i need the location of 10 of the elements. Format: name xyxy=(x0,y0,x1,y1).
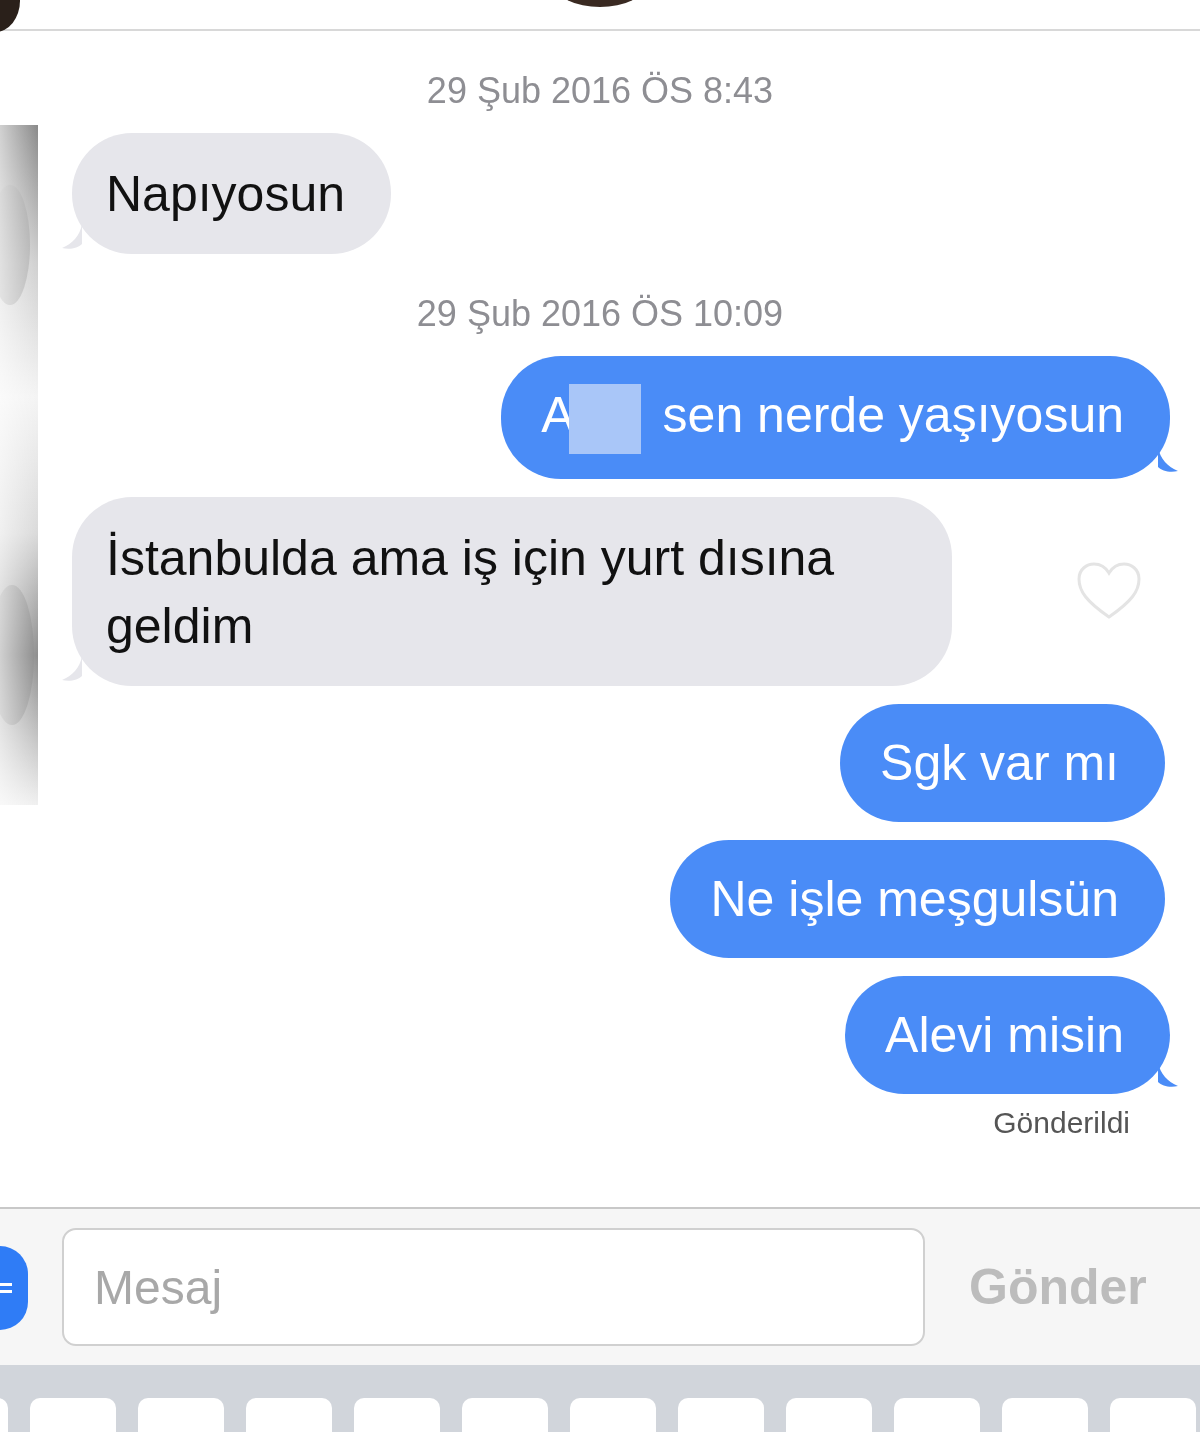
message-field[interactable]: Mesaj xyxy=(62,1228,925,1346)
received-message: İstanbulda ama iş için yurt dısına geldim xyxy=(72,496,952,686)
lines-icon xyxy=(0,1280,14,1296)
timestamp: 29 Şub 2016 ÖS 10:09 xyxy=(416,292,784,336)
sent-message: Sgk var mı xyxy=(840,703,1165,822)
sent-message: Alevi misin xyxy=(845,975,1170,1094)
delivery-status: Gönderildi xyxy=(993,1105,1130,1140)
sent-message: Ne işle meşgulsün xyxy=(670,839,1165,958)
received-message: Napıyosun xyxy=(72,133,392,254)
timestamp: 29 Şub 2016 ÖS 8:43 xyxy=(426,69,774,113)
